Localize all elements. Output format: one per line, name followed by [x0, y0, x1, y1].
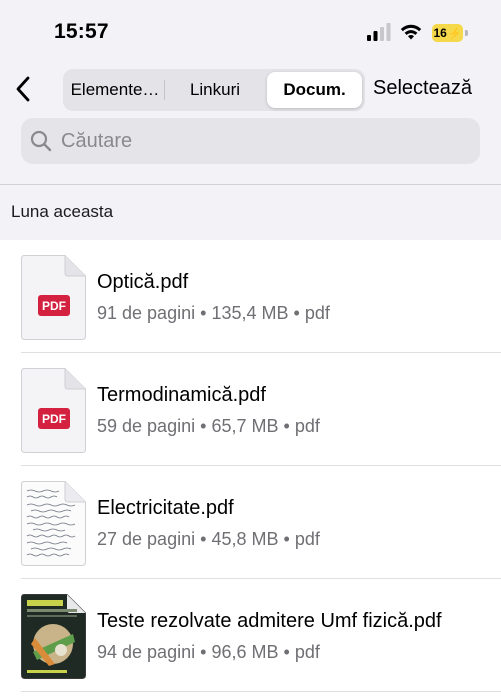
meta-separator: • — [200, 529, 207, 549]
document-title: Termodinamică.pdf — [97, 384, 266, 406]
segment-elements[interactable]: Elemente… — [67, 72, 163, 108]
document-meta: 94 de pagini • 96,6 MB • pdf — [97, 642, 320, 663]
document-size: 135,4 MB — [211, 303, 289, 323]
segmented-control: Elemente… Linkuri Docum. — [63, 69, 365, 111]
section-header: Luna aceasta — [11, 202, 114, 221]
list-item[interactable]: Teste rezolvate admitere Umf fizică.pdf … — [0, 579, 501, 692]
document-pages: 27 de pagini — [97, 529, 196, 549]
chevron-left-icon — [16, 76, 30, 102]
wifi-icon — [400, 24, 422, 40]
document-type: pdf — [304, 303, 330, 323]
document-title: Electricitate.pdf — [97, 497, 234, 519]
document-meta: 59 de pagini • 65,7 MB • pdf — [97, 416, 320, 437]
document-pages: 91 de pagini — [97, 303, 196, 323]
battery-level: 16 — [433, 26, 447, 40]
document-type: pdf — [294, 642, 320, 662]
search-bar[interactable] — [21, 118, 480, 164]
document-pages: 59 de pagini — [97, 416, 196, 436]
document-size: 96,6 MB — [211, 642, 279, 662]
meta-separator: • — [200, 642, 207, 662]
list-item[interactable]: Electricitate.pdf 27 de pagini • 45,8 MB… — [0, 466, 501, 579]
book-cover-thumbnail — [21, 594, 86, 679]
segment-divider — [164, 80, 165, 100]
search-input[interactable] — [61, 118, 461, 164]
pdf-file-icon: PDF — [21, 255, 86, 340]
pdf-badge-label: PDF — [42, 412, 66, 426]
status-time: 15:57 — [54, 20, 109, 43]
meta-separator: • — [200, 416, 207, 436]
navigation-bar: Elemente… Linkuri Docum. Selectează — [0, 64, 501, 114]
status-bar: 15:57 16⚡ — [0, 0, 501, 64]
battery-icon: 16⚡ — [432, 24, 463, 42]
document-meta: 91 de pagini • 135,4 MB • pdf — [97, 303, 330, 324]
document-size: 45,8 MB — [211, 529, 279, 549]
handwritten-page-thumbnail — [21, 481, 86, 566]
segment-links[interactable]: Linkuri — [167, 72, 263, 108]
document-type: pdf — [294, 529, 320, 549]
charging-bolt-icon: ⚡ — [447, 28, 462, 40]
document-list: PDF Optică.pdf 91 de pagini • 135,4 MB •… — [0, 240, 501, 699]
document-title: Optică.pdf — [97, 271, 189, 293]
list-item[interactable]: PDF Termodinamică.pdf 59 de pagini • 65,… — [0, 353, 501, 466]
search-icon — [30, 130, 52, 152]
battery-tip — [465, 30, 468, 36]
meta-separator: • — [200, 303, 207, 323]
divider — [0, 184, 501, 185]
pdf-file-icon: PDF — [21, 368, 86, 453]
segment-documents[interactable]: Docum. — [267, 72, 362, 108]
document-title: Teste rezolvate admitere Umf fizică.pdf — [97, 610, 442, 632]
document-meta: 27 de pagini • 45,8 MB • pdf — [97, 529, 320, 550]
document-pages: 94 de pagini — [97, 642, 196, 662]
cellular-signal-icon — [367, 23, 391, 41]
document-size: 65,7 MB — [211, 416, 279, 436]
document-type: pdf — [294, 416, 320, 436]
meta-separator: • — [283, 416, 290, 436]
row-divider — [21, 691, 501, 692]
list-item[interactable]: PDF Optică.pdf 91 de pagini • 135,4 MB •… — [0, 240, 501, 353]
meta-separator: • — [293, 303, 300, 323]
back-button[interactable] — [8, 72, 38, 106]
meta-separator: • — [283, 529, 290, 549]
select-button[interactable]: Selectează — [373, 77, 472, 100]
pdf-badge-label: PDF — [42, 299, 66, 313]
meta-separator: • — [283, 642, 290, 662]
